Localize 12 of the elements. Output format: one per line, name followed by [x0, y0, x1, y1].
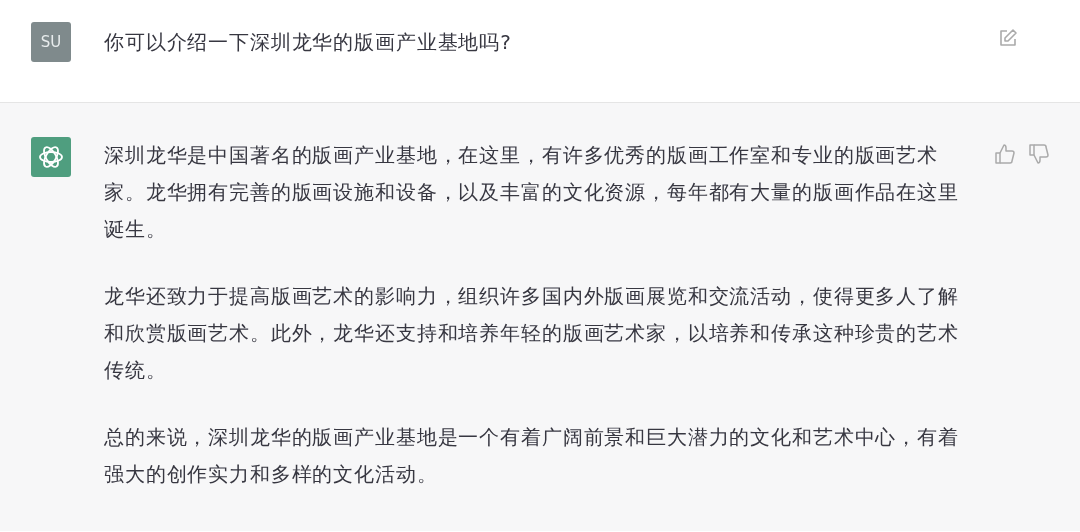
message-text: 龙华还致力于提高版画艺术的影响力，组织许多国内外版画展览和交流活动，使得更多人了解和欣赏版画艺术。此外，龙华还支持和培养年轻的版画艺术家，以培养和传承这种珍贵的艺术传统。: [104, 283, 960, 384]
thumbs-down-button[interactable]: [1028, 143, 1050, 165]
knot-icon: [38, 144, 64, 170]
edit-icon: [998, 28, 1018, 48]
thumbs-up-icon: [994, 143, 1016, 165]
thumbs-up-button[interactable]: [994, 143, 1016, 165]
thumbs-down-icon: [1028, 143, 1050, 165]
message-text: 深圳龙华是中国著名的版画产业基地，在这里，有许多优秀的版画工作室和专业的版画艺术家。龙华拥有完善的版画设施和设备，以及丰富的文化资源，每年都有大量的版画作品在这里诞生。: [104, 142, 960, 243]
message-text: 总的来说，深圳龙华的版画产业基地是一个有着广阔前景和巨大潜力的文化和艺术中心，有着强大的创作实力和多样的文化活动。: [104, 424, 960, 488]
message-text: 你可以介绍一下深圳龙华的版画产业基地吗?: [104, 29, 513, 56]
edit-button[interactable]: [998, 28, 1018, 48]
user-avatar: SU: [31, 22, 71, 62]
